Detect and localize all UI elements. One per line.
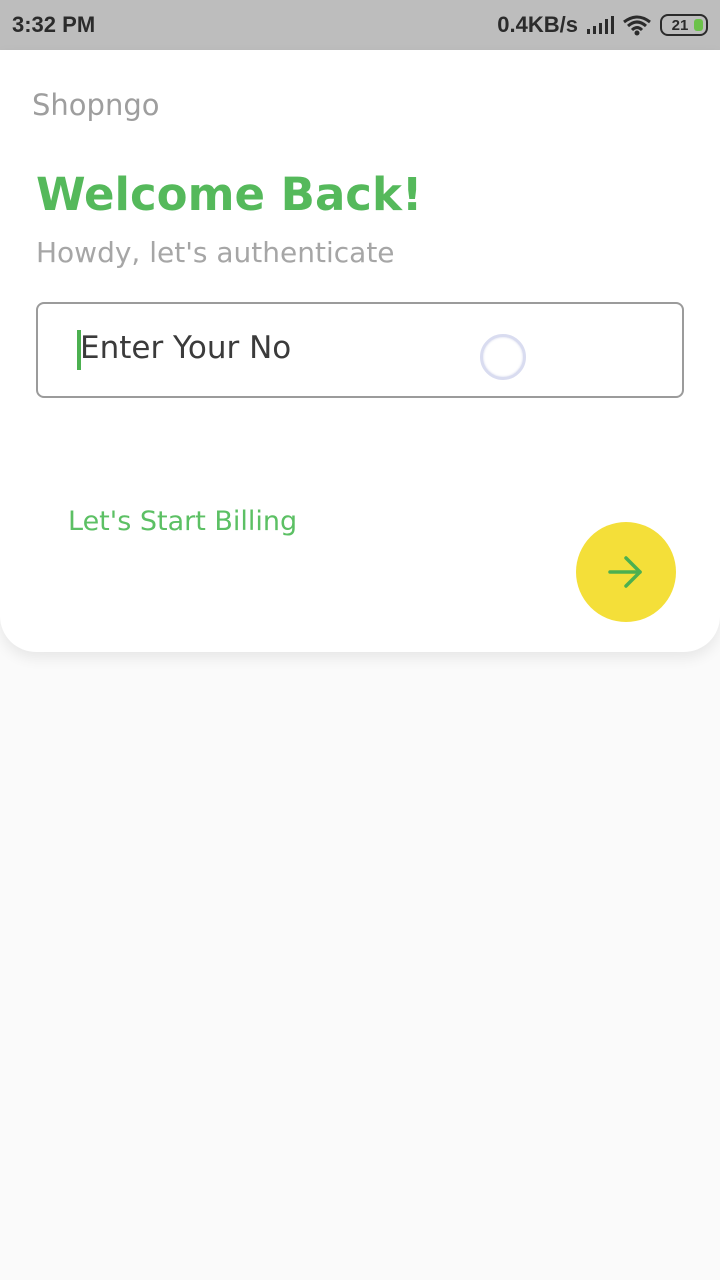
signal-icon [587,16,614,34]
battery-icon: 21 [660,14,708,36]
app-name: Shopngo [32,88,160,122]
phone-number-placeholder: Enter Your No [80,330,292,366]
status-time: 3:32 PM [12,12,96,37]
status-indicators: 0.4KB/s 21 [497,12,708,38]
welcome-title: Welcome Back! [36,168,423,221]
login-card: Shopngo Welcome Back! Howdy, let's authe… [0,50,720,652]
phone-number-input[interactable]: Enter Your No [36,302,684,398]
battery-level: 21 [671,16,689,34]
start-billing-link[interactable]: Let's Start Billing [68,506,297,537]
wifi-icon [623,15,651,36]
welcome-subtitle: Howdy, let's authenticate [36,236,395,269]
battery-fill [694,19,703,31]
arrow-right-icon [608,556,642,588]
loading-spinner-icon [480,334,526,380]
network-speed: 0.4KB/s [497,12,578,37]
next-button[interactable] [576,522,676,622]
status-bar: 3:32 PM 0.4KB/s 21 [0,0,720,50]
